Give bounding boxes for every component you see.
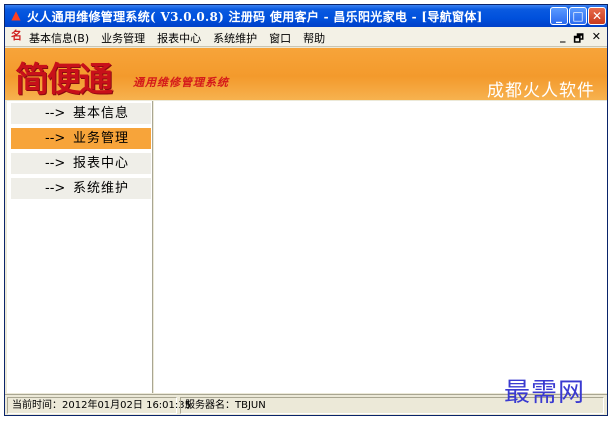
arrow-icon: --> [45,156,66,171]
watermark-text: 最需网 [504,378,586,408]
menu-help[interactable]: 帮助 [303,30,325,46]
nav-item-business[interactable]: --> 业务管理 [11,128,151,150]
mdi-close-button[interactable]: ✕ [592,30,601,49]
nav-item-basic-info[interactable]: --> 基本信息 [11,103,151,125]
main-content-area[interactable] [154,101,607,393]
menu-system[interactable]: 系统维护 [213,30,257,46]
company-name: 成都火人软件 [487,81,595,101]
mdi-minimize-button[interactable]: _ [560,30,566,49]
nav-item-label: 报表中心 [73,156,130,171]
window-title: 火人通用维修管理系统( V3.0.0.8) 注册码 使用客户 - 昌乐阳光家电 … [27,10,483,24]
nav-item-label: 基本信息 [73,106,130,121]
menu-business[interactable]: 业务管理 [101,30,145,46]
mdi-restore-button[interactable]: 🗗 [573,30,583,49]
nav-sidebar: --> 基本信息 --> 业务管理 --> 报表中心 --> 系统维护 [7,101,153,393]
menu-window[interactable]: 窗口 [269,30,291,46]
menu-reports[interactable]: 报表中心 [157,30,201,46]
document-icon[interactable]: 名 [11,30,23,42]
maximize-button[interactable]: □ [569,7,587,25]
minimize-button[interactable]: _ [550,7,568,25]
nav-item-system[interactable]: --> 系统维护 [11,178,151,200]
title-bar[interactable]: ▲ 火人通用维修管理系统( V3.0.0.8) 注册码 使用客户 - 昌乐阳光家… [5,5,607,27]
arrow-icon: --> [45,106,66,121]
arrow-icon: --> [45,131,66,146]
header-banner: 简便通 通用维修管理系统 成都火人软件 [5,48,607,101]
close-button[interactable]: ✕ [588,7,606,25]
menu-basic-info[interactable]: 基本信息(B) [29,30,89,46]
status-current-time: 当前时间：2012年01月02日 16:01:35 [7,397,191,414]
menu-bar: 名 基本信息(B) 业务管理 报表中心 系统维护 窗口 帮助 _ 🗗 ✕ [5,27,607,47]
nav-item-label: 系统维护 [73,181,130,196]
nav-item-reports[interactable]: --> 报表中心 [11,153,151,175]
app-slogan: 通用维修管理系统 [133,76,229,89]
nav-item-label: 业务管理 [73,131,130,146]
app-icon[interactable]: ▲ [9,8,23,22]
arrow-icon: --> [45,181,66,196]
main-window: ▲ 火人通用维修管理系统( V3.0.0.8) 注册码 使用客户 - 昌乐阳光家… [4,4,608,416]
app-logo: 简便通 [15,60,113,100]
